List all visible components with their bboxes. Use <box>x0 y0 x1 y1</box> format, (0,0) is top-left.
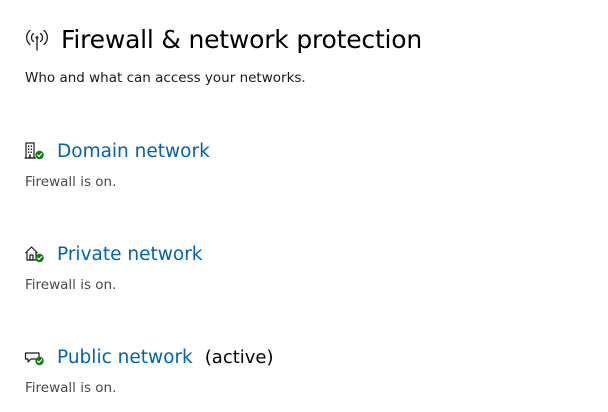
public-network-icon <box>24 347 46 367</box>
domain-network-section: Domain network Firewall is on. <box>24 138 584 190</box>
private-network-link[interactable]: Private network <box>57 244 203 265</box>
active-network-badge: (active) <box>204 346 274 368</box>
domain-network-status: Firewall is on. <box>25 174 117 190</box>
page-header: Firewall & network protection <box>24 22 422 56</box>
private-network-header: Private network <box>24 241 584 267</box>
page-title: Firewall & network protection <box>61 24 423 54</box>
public-network-section: Public network (active) Firewall is on. <box>24 344 584 396</box>
public-network-status: Firewall is on. <box>25 380 117 396</box>
domain-network-icon <box>24 141 46 161</box>
page-subtitle: Who and what can access your networks. <box>25 70 306 86</box>
public-network-header: Public network (active) <box>24 344 584 370</box>
private-network-status: Firewall is on. <box>25 277 117 293</box>
domain-network-header: Domain network <box>24 138 584 164</box>
domain-network-link[interactable]: Domain network <box>57 141 210 162</box>
firewall-page: Firewall & network protection Who and wh… <box>0 0 608 412</box>
private-network-icon <box>24 244 46 264</box>
private-network-section: Private network Firewall is on. <box>24 241 584 294</box>
wireless-signal-icon <box>24 26 50 52</box>
public-network-link[interactable]: Public network <box>57 347 193 368</box>
